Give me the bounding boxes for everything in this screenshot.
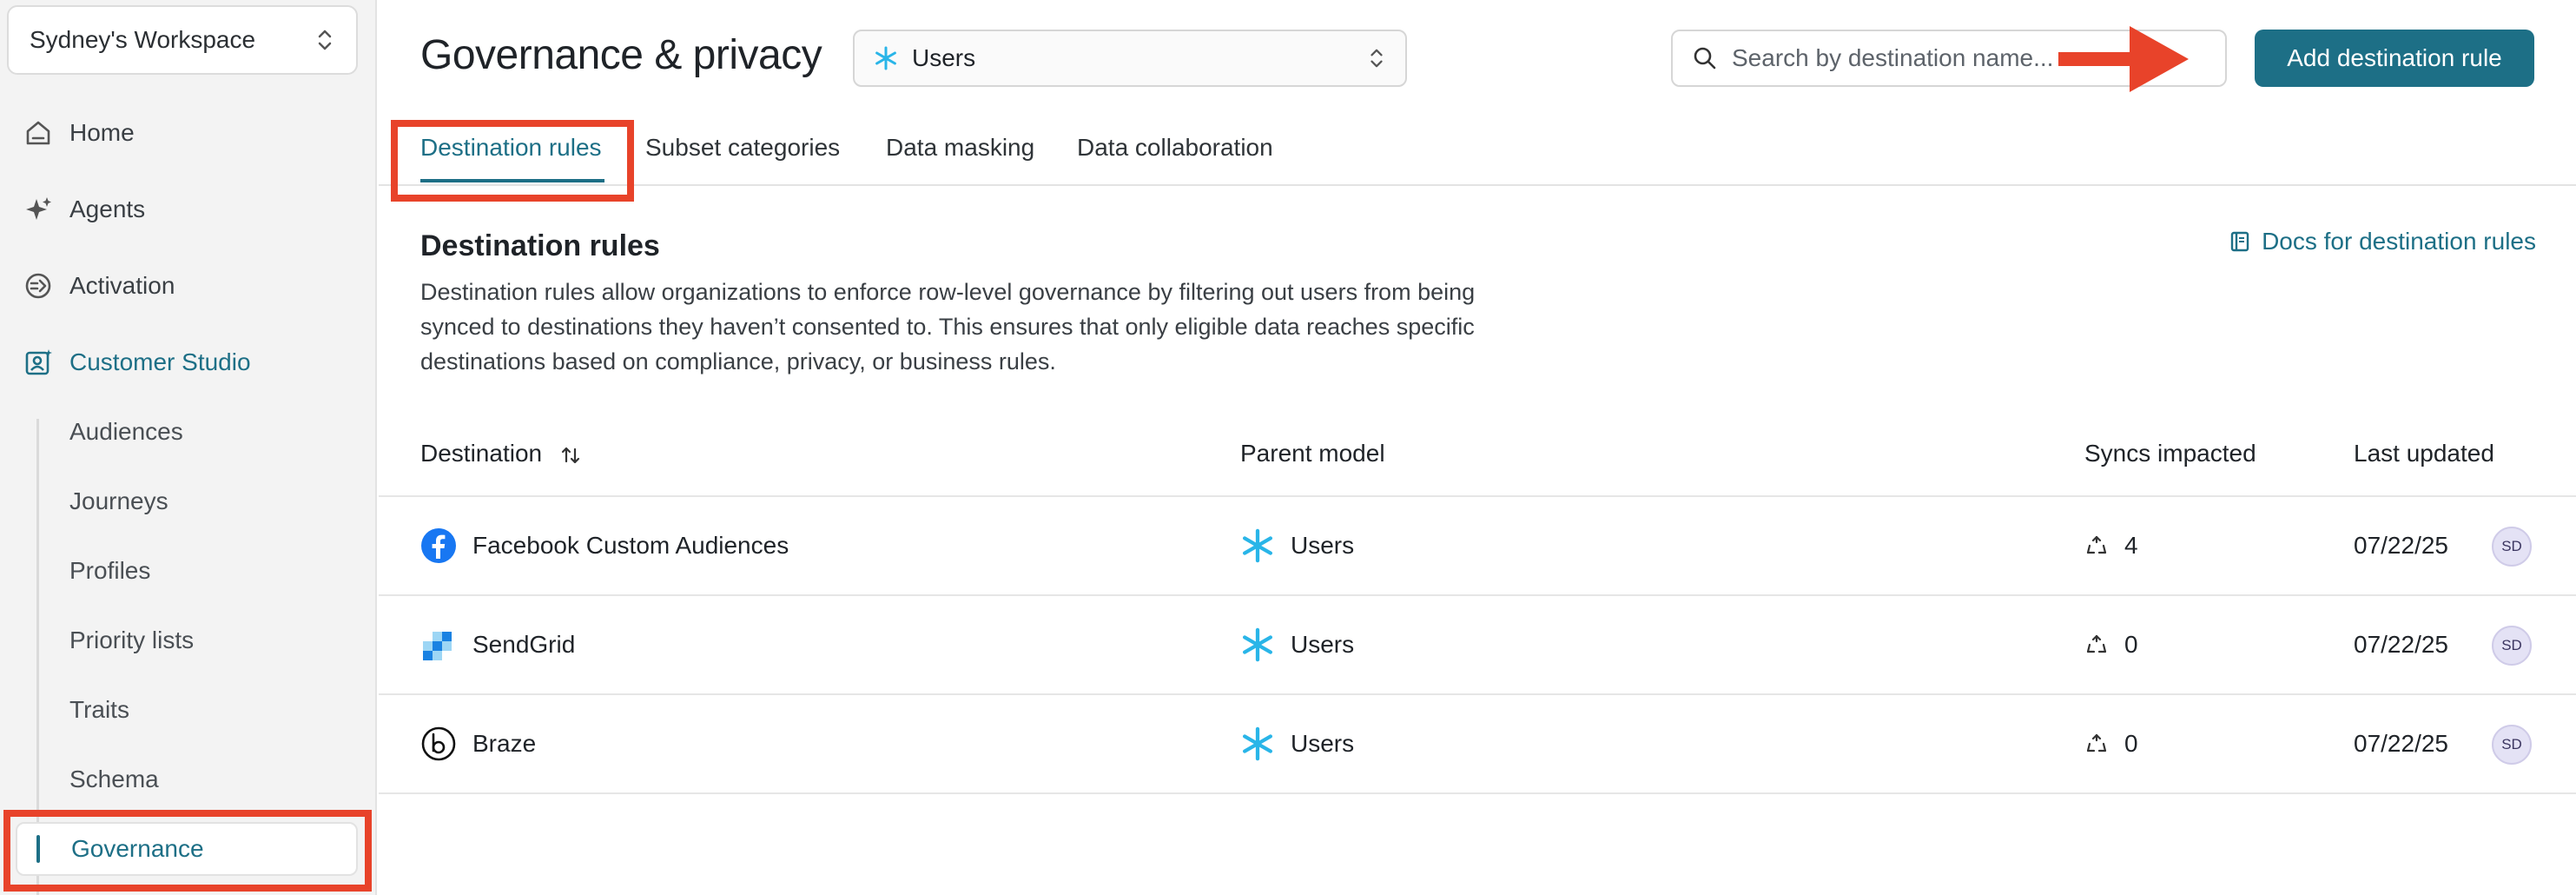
column-header-syncs-impacted: Syncs impacted (2084, 440, 2256, 467)
table-row[interactable]: Braze Users 0 07/22/25 SD (379, 695, 2576, 794)
sidebar-item-traits[interactable]: Traits (69, 688, 129, 732)
sidebar-item-priority-lists[interactable]: Priority lists (69, 619, 194, 662)
docs-link-label: Docs for destination rules (2262, 228, 2536, 255)
updated-cell: 07/22/25 (2354, 497, 2448, 594)
sidebar-item-schema[interactable]: Schema (69, 758, 159, 801)
sidebar-item-label: Activation (69, 272, 175, 299)
sidebar-item-customer-studio[interactable]: Customer Studio (23, 341, 251, 384)
last-updated-date: 07/22/25 (2354, 631, 2448, 658)
highlight-box-destination-rules-tab (391, 120, 634, 202)
parent-model-cell: Users (1240, 695, 1354, 792)
destination-name: Facebook Custom Audiences (472, 532, 789, 559)
workspace-switcher[interactable]: Sydney's Workspace (7, 5, 358, 75)
destination-name: SendGrid (472, 631, 576, 658)
avatar: SD (2492, 626, 2532, 666)
parent-model-name: Users (1291, 631, 1355, 658)
parent-model-cell: Users (1240, 596, 1354, 693)
description-line: destinations based on compliance, privac… (420, 348, 1056, 375)
sidebar-item-activation[interactable]: Activation (23, 264, 175, 308)
syncs-cell: 0 (2084, 695, 2138, 792)
description-line: synced to destinations they haven’t cons… (420, 314, 1475, 340)
workspace-name: Sydney's Workspace (30, 26, 256, 53)
description-line: Destination rules allow organizations to… (420, 279, 1476, 305)
parent-model-name: Users (1291, 730, 1355, 757)
avatar: SD (2492, 725, 2532, 765)
book-icon (2230, 231, 2249, 252)
snowflake-icon (1242, 627, 1272, 662)
syncs-count: 0 (2124, 730, 2138, 757)
section-description: Destination rules allow organizations to… (420, 275, 1523, 379)
sidebar: Sydney's Workspace Home Agents Activatio… (0, 0, 377, 895)
sidebar-item-home[interactable]: Home (23, 111, 135, 155)
snowflake-icon (875, 46, 896, 70)
contact-icon (25, 349, 52, 375)
snowflake-icon (1242, 528, 1272, 563)
home-icon (26, 121, 50, 145)
syncs-count: 0 (2124, 631, 2138, 658)
table-header: Destination Parent model Syncs impacted … (379, 426, 2576, 497)
docs-link[interactable]: Docs for destination rules (2229, 228, 2536, 255)
tab-data-masking[interactable]: Data masking (886, 134, 1034, 162)
tab-data-collaboration[interactable]: Data collaboration (1077, 134, 1273, 162)
parent-model-select[interactable]: Users (853, 30, 1407, 87)
updated-cell: 07/22/25 (2354, 695, 2448, 792)
facebook-icon (421, 528, 456, 563)
highlight-box-governance (3, 810, 372, 892)
destination-cell: SendGrid (420, 596, 575, 693)
main-content: Governance & privacy Users Add destinati… (379, 0, 2576, 895)
updated-cell: 07/22/25 (2354, 596, 2448, 693)
column-header-last-updated: Last updated (2354, 440, 2494, 467)
last-updated-date: 07/22/25 (2354, 532, 2448, 559)
syncs-cell: 4 (2084, 497, 2138, 594)
sort-icon[interactable] (559, 444, 582, 467)
sidebar-item-label: Customer Studio (69, 348, 251, 375)
avatar: SD (2492, 527, 2532, 567)
destination-cell: Facebook Custom Audiences (420, 497, 789, 594)
destination-name: Braze (472, 730, 537, 757)
tab-bar: Destination rules Subset categories Data… (379, 115, 2576, 186)
activation-icon (25, 273, 51, 299)
table-row[interactable]: Facebook Custom Audiences Users 4 07/22/… (379, 497, 2576, 596)
search-icon (1694, 47, 1716, 70)
braze-icon (421, 726, 456, 761)
sidebar-item-label: Agents (69, 196, 146, 222)
tab-subset-categories[interactable]: Subset categories (645, 134, 840, 162)
last-updated-date: 07/22/25 (2354, 730, 2448, 757)
chevron-up-down-icon (318, 30, 332, 50)
parent-model-cell: Users (1240, 497, 1354, 594)
sidebar-item-agents[interactable]: Agents (23, 188, 145, 231)
table-row[interactable]: SendGrid Users 0 07/22/25 SD (379, 596, 2576, 695)
add-destination-rule-button[interactable]: Add destination rule (2255, 30, 2534, 87)
column-header-label: Destination (420, 440, 543, 467)
column-header-destination[interactable]: Destination (420, 440, 582, 467)
sendgrid-icon (423, 632, 452, 660)
sync-icon (2086, 535, 2107, 554)
sync-icon (2086, 634, 2107, 653)
parent-model-value: Users (912, 44, 976, 71)
parent-model-name: Users (1291, 532, 1355, 559)
sync-icon (2086, 733, 2107, 752)
snowflake-icon (1242, 726, 1272, 761)
section-title: Destination rules (420, 229, 660, 262)
syncs-count: 4 (2124, 532, 2138, 559)
arrow-annotation-icon (2058, 26, 2189, 92)
sidebar-item-label: Home (69, 119, 135, 146)
chevron-up-down-icon (1371, 49, 1383, 68)
sidebar-item-profiles[interactable]: Profiles (69, 549, 150, 593)
syncs-cell: 0 (2084, 596, 2138, 693)
column-header-parent-model: Parent model (1240, 440, 1385, 467)
sidebar-item-journeys[interactable]: Journeys (69, 480, 168, 523)
page-title: Governance & privacy (420, 32, 822, 78)
sparkle-icon (26, 197, 51, 220)
sidebar-item-audiences[interactable]: Audiences (69, 410, 183, 454)
destination-cell: Braze (420, 695, 536, 792)
